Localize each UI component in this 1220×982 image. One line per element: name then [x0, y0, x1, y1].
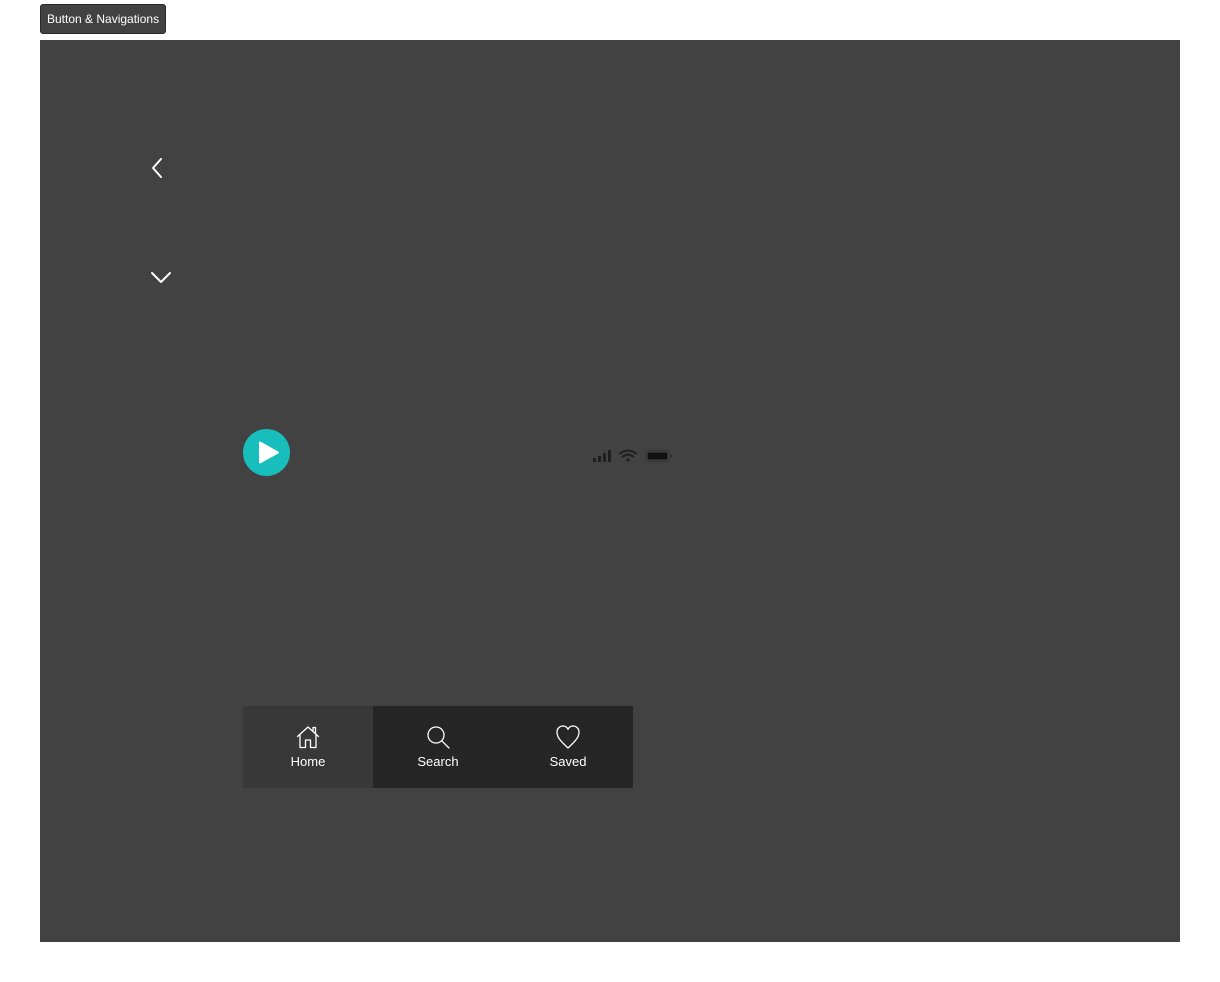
- chevron-down-icon[interactable]: [148, 264, 174, 290]
- nav-label-home: Home: [290, 754, 326, 769]
- wifi-icon: [619, 449, 637, 462]
- nav-item-search[interactable]: Search: [373, 706, 503, 788]
- play-icon: [243, 429, 290, 476]
- play-button[interactable]: [243, 429, 290, 476]
- battery-icon: [645, 450, 672, 462]
- chevron-left-icon[interactable]: [146, 156, 170, 180]
- frame-title[interactable]: Button & Navigations: [40, 4, 167, 34]
- bottom-navigation-bar: Home Search Saved: [243, 706, 633, 788]
- design-canvas: Home Search Saved: [40, 40, 1180, 942]
- nav-label-saved: Saved: [549, 754, 587, 769]
- heart-icon: [556, 725, 580, 749]
- status-bar-icons: [593, 449, 672, 462]
- nav-label-search: Search: [417, 754, 459, 769]
- nav-item-home[interactable]: Home: [243, 706, 373, 788]
- home-icon: [296, 726, 320, 749]
- search-icon: [427, 726, 450, 749]
- cellular-signal-icon: [593, 450, 611, 462]
- nav-item-saved[interactable]: Saved: [503, 706, 633, 788]
